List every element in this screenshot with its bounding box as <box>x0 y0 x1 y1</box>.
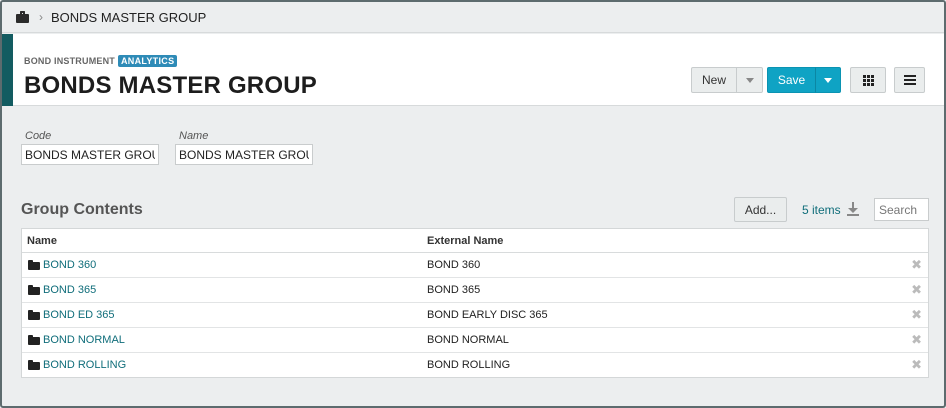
kicker-text: BOND INSTRUMENT <box>24 56 115 66</box>
folder-icon <box>28 310 40 320</box>
column-header-name[interactable]: Name <box>27 235 57 247</box>
table-header: Name External Name <box>22 229 928 253</box>
briefcase-icon[interactable] <box>16 11 30 23</box>
save-dropdown-button[interactable] <box>815 67 841 93</box>
menu-button[interactable] <box>894 67 925 93</box>
name-field[interactable] <box>175 144 313 165</box>
code-field[interactable] <box>21 144 159 165</box>
save-button[interactable]: Save <box>767 67 816 93</box>
remove-row-icon[interactable]: ✖ <box>911 333 922 346</box>
remove-row-icon[interactable]: ✖ <box>911 358 922 371</box>
folder-icon <box>28 335 40 345</box>
page-kicker: BOND INSTRUMENT ANALYTICS <box>24 55 178 67</box>
table-row: BOND 360 BOND 360 ✖ <box>22 253 928 278</box>
row-external-name: BOND 360 <box>427 259 481 271</box>
table-row: BOND NORMAL BOND NORMAL ✖ <box>22 328 928 353</box>
table-row: BOND 365 BOND 365 ✖ <box>22 278 928 303</box>
table-row: BOND ED 365 BOND EARLY DISC 365 ✖ <box>22 303 928 328</box>
breadcrumb-separator: › <box>39 10 43 24</box>
folder-icon <box>28 285 40 295</box>
row-external-name: BOND 365 <box>427 284 481 296</box>
grid-icon <box>862 74 874 86</box>
row-name-link[interactable]: BOND NORMAL <box>43 334 125 346</box>
add-button[interactable]: Add... <box>734 197 787 222</box>
page-header: BOND INSTRUMENT ANALYTICS BONDS MASTER G… <box>2 34 944 106</box>
row-name-link[interactable]: BOND ED 365 <box>43 309 115 321</box>
grid-view-button[interactable] <box>850 67 886 93</box>
row-external-name: BOND ROLLING <box>427 359 511 371</box>
analytics-badge: ANALYTICS <box>118 55 178 67</box>
new-dropdown-button[interactable] <box>736 67 763 93</box>
chevron-down-icon <box>745 77 754 83</box>
row-name-link[interactable]: BOND 365 <box>43 284 96 296</box>
window-frame: › BONDS MASTER GROUP BOND INSTRUMENT ANA… <box>0 0 946 408</box>
name-label: Name <box>179 130 209 142</box>
page-title: BONDS MASTER GROUP <box>24 72 317 99</box>
chevron-down-icon <box>824 77 832 83</box>
items-count: 5 items <box>802 203 841 217</box>
remove-row-icon[interactable]: ✖ <box>911 283 922 296</box>
row-name-link[interactable]: BOND 360 <box>43 259 96 271</box>
hamburger-menu-icon <box>903 73 916 87</box>
remove-row-icon[interactable]: ✖ <box>911 258 922 271</box>
header-accent-bar <box>2 34 13 106</box>
section-title: Group Contents <box>21 201 143 218</box>
remove-row-icon[interactable]: ✖ <box>911 308 922 321</box>
new-button[interactable]: New <box>691 67 737 93</box>
row-external-name: BOND NORMAL <box>427 334 509 346</box>
folder-icon <box>28 360 40 370</box>
code-label: Code <box>25 130 52 142</box>
row-name-link[interactable]: BOND ROLLING <box>43 359 126 371</box>
search-input[interactable] <box>874 198 929 221</box>
folder-icon <box>28 260 40 270</box>
group-contents-table: Name External Name BOND 360 BOND 360 ✖ B… <box>21 228 929 378</box>
breadcrumb-current: BONDS MASTER GROUP <box>51 9 207 25</box>
table-row: BOND ROLLING BOND ROLLING ✖ <box>22 353 928 378</box>
column-header-external-name[interactable]: External Name <box>427 235 503 247</box>
download-icon[interactable] <box>847 202 859 216</box>
row-external-name: BOND EARLY DISC 365 <box>427 309 548 321</box>
breadcrumb: › BONDS MASTER GROUP <box>2 2 944 33</box>
